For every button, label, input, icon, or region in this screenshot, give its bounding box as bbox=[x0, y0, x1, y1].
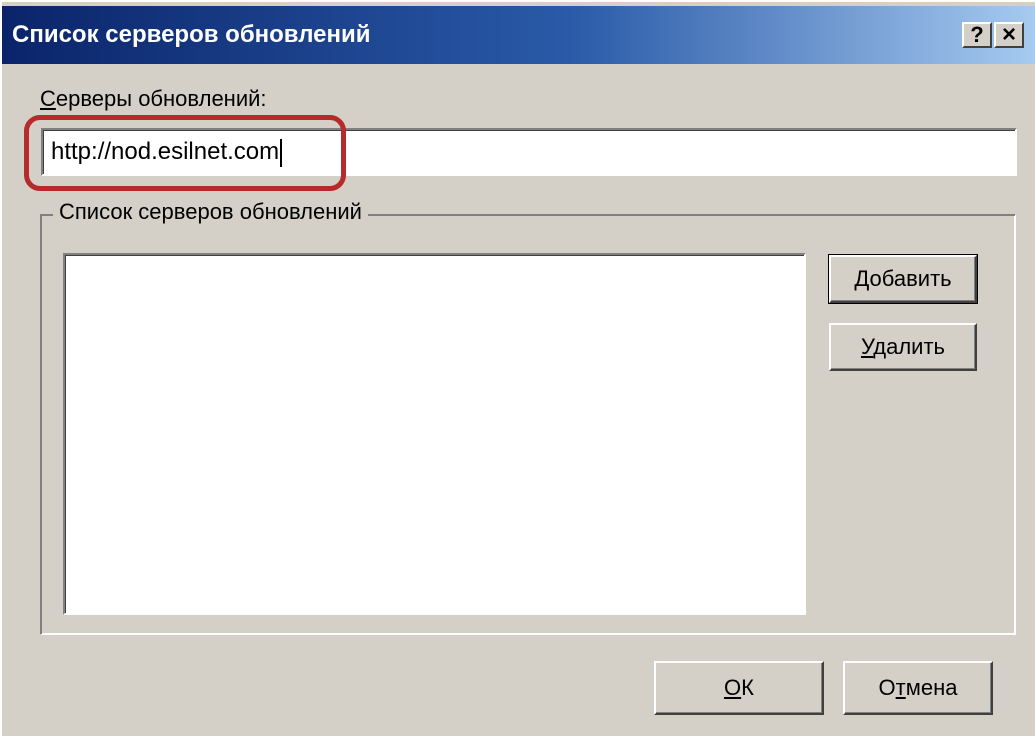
servers-label-mnemonic: С bbox=[40, 86, 56, 111]
server-listbox[interactable] bbox=[63, 253, 806, 615]
delete-button-mnemonic: У bbox=[860, 334, 874, 359]
cancel-button[interactable]: Отмена bbox=[843, 661, 993, 715]
servers-field-label: Серверы обновлений: bbox=[40, 86, 267, 112]
add-button[interactable]: Добавить bbox=[828, 254, 978, 304]
server-list-group: Список серверов обновлений Добавить Удал… bbox=[40, 199, 1016, 635]
servers-label-text: ерверы обновлений: bbox=[55, 86, 267, 111]
window-title: Список серверов обновлений bbox=[12, 21, 371, 48]
highlight-annotation-frame bbox=[24, 115, 346, 191]
delete-button-label: далить bbox=[873, 334, 945, 359]
cancel-button-mnemonic: т bbox=[895, 675, 906, 700]
delete-button[interactable]: Удалить bbox=[829, 323, 977, 371]
add-button-mnemonic: Д bbox=[854, 266, 870, 291]
cancel-button-label-end: мена bbox=[905, 675, 958, 700]
help-button[interactable]: ? bbox=[962, 22, 992, 48]
ok-button[interactable]: ОК bbox=[654, 661, 824, 715]
add-button-label: обавить bbox=[869, 266, 952, 291]
close-button[interactable]: × bbox=[994, 22, 1024, 48]
group-legend: Список серверов обновлений bbox=[53, 199, 368, 225]
cancel-button-label-start: О bbox=[878, 675, 896, 700]
dialog-window: Список серверов обновлений ? × Серверы о… bbox=[0, 0, 1035, 736]
ok-button-mnemonic: О bbox=[724, 675, 742, 700]
title-bar[interactable]: Список серверов обновлений ? × bbox=[2, 6, 1035, 64]
help-icon: ? bbox=[970, 22, 984, 47]
ok-button-label: К bbox=[741, 675, 754, 700]
close-icon: × bbox=[1001, 21, 1016, 48]
